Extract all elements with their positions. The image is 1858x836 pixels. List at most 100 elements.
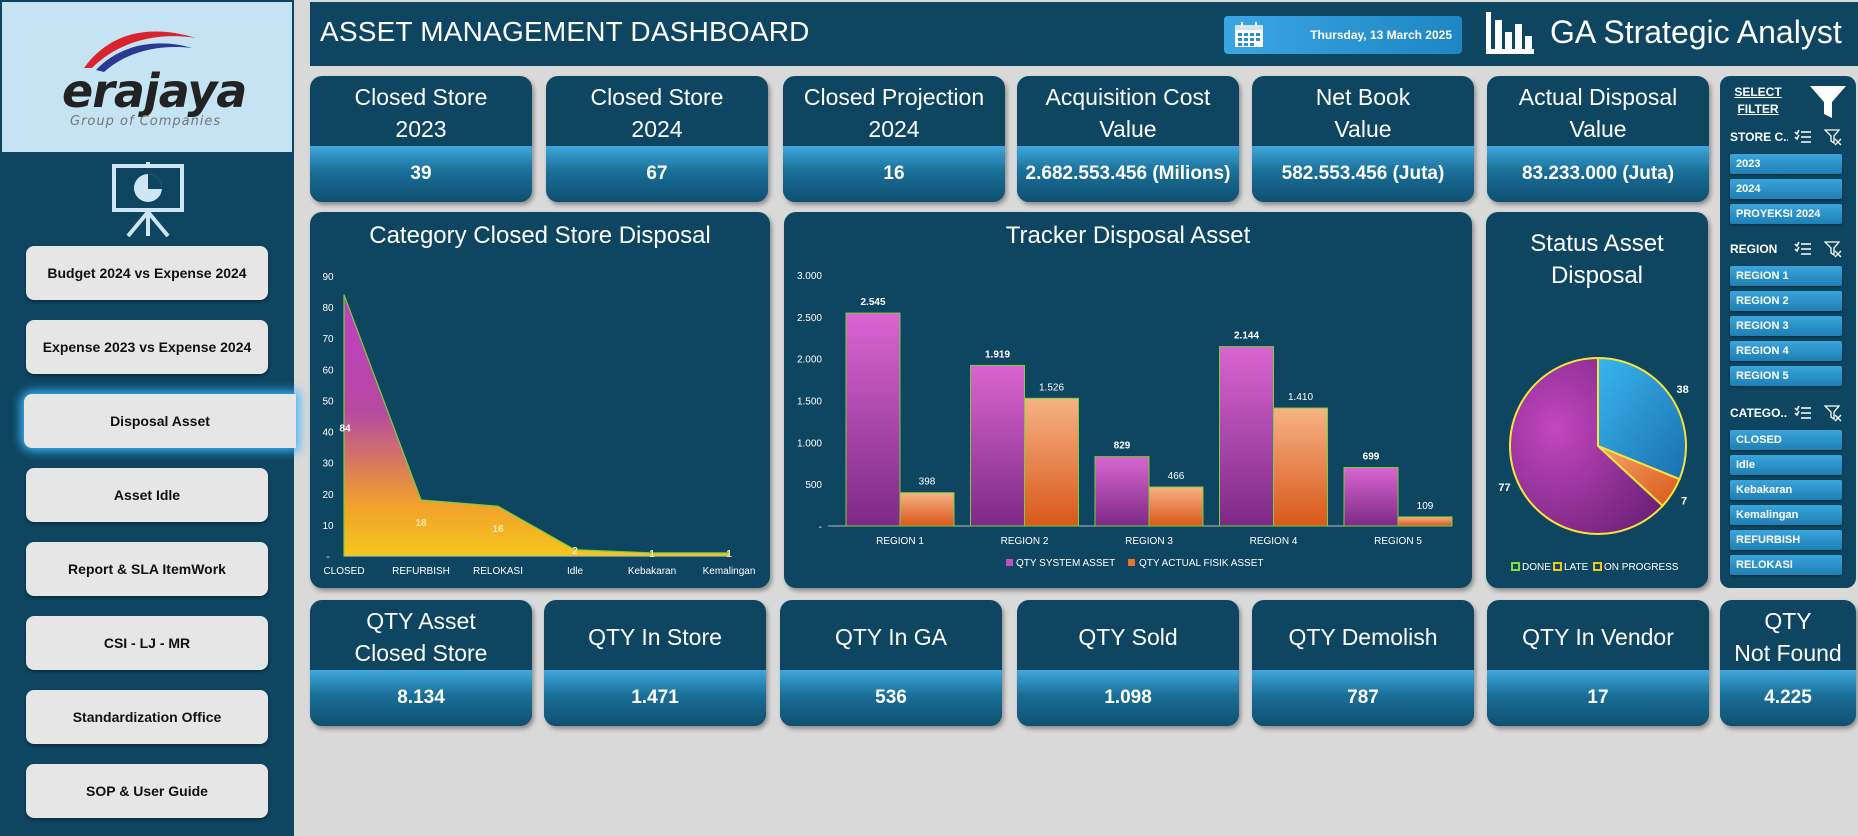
data-label: 829 — [1114, 441, 1131, 452]
data-label: 1 — [726, 549, 732, 560]
kpi-label: QTY Not Found — [1734, 608, 1842, 666]
multi-select-icon[interactable] — [1794, 404, 1812, 422]
data-label: 38 — [1677, 384, 1689, 396]
kpi-label: QTY In Store — [588, 624, 722, 650]
y-tick-label: - — [819, 522, 822, 533]
kpi-card: QTY Asset Closed Store 8.134 — [310, 600, 532, 726]
x-tick-label: REGION 4 — [1250, 536, 1298, 547]
clear-filter-icon[interactable] — [1823, 404, 1842, 422]
sidebar: erajaya Group of Companies Budget 2024 v… — [0, 0, 296, 836]
data-label: 699 — [1363, 452, 1380, 463]
kpi-value: 582.553.456 (Juta) — [1252, 146, 1474, 202]
kpi-value: 4.225 — [1720, 670, 1856, 726]
filter-title: SELECT FILTER — [1734, 85, 1782, 116]
date-display: Thursday, 13 March 2025 — [1224, 16, 1462, 54]
y-tick-label: 500 — [805, 480, 822, 491]
slicer-item[interactable]: REGION 1 — [1730, 266, 1842, 286]
data-label: 2.545 — [860, 297, 885, 308]
legend-swatch — [1128, 559, 1135, 566]
kpi-value: 17 — [1487, 670, 1709, 726]
nav-button-sop-user-guide[interactable]: SOP & User Guide — [26, 764, 268, 818]
y-tick-label: 70 — [322, 334, 334, 345]
nav-button-expense-2023-vs-expense-2024[interactable]: Expense 2023 vs Expense 2024 — [26, 320, 268, 374]
legend-swatch — [1006, 559, 1013, 566]
x-tick-label: Kebakaran — [628, 566, 676, 577]
data-label: 77 — [1498, 482, 1510, 494]
page-title: ASSET MANAGEMENT DASHBOARD — [320, 16, 810, 47]
slicer-item[interactable]: RELOKASI — [1730, 555, 1842, 575]
multi-select-icon[interactable] — [1794, 128, 1812, 146]
nav-button-disposal-asset[interactable]: Disposal Asset — [24, 394, 296, 448]
kpi-value: 2.682.553.456 (Milions) — [1017, 146, 1239, 202]
slicer-item[interactable]: REGION 3 — [1730, 316, 1842, 336]
slicer-item[interactable]: PROYEKSI 2024 — [1730, 204, 1842, 224]
filter-group-label: REGION — [1730, 242, 1778, 256]
kpi-value: 1.471 — [544, 670, 766, 726]
slicer-item[interactable]: REGION 5 — [1730, 366, 1842, 386]
slicer-item[interactable]: Kebakaran — [1730, 480, 1842, 500]
slicer-item[interactable]: REFURBISH — [1730, 530, 1842, 550]
kpi-value: 83.233.000 (Juta) — [1487, 146, 1709, 202]
data-label: 1.919 — [985, 349, 1010, 360]
slicer-item[interactable]: REGION 2 — [1730, 291, 1842, 311]
data-label: 1.526 — [1039, 382, 1064, 393]
filter-group-header: CATEGO... — [1730, 404, 1854, 422]
multi-select-icon[interactable] — [1794, 240, 1812, 258]
nav-button-budget-2024-vs-expense-2024[interactable]: Budget 2024 vs Expense 2024 — [26, 246, 268, 300]
kpi-label: QTY In Vendor — [1522, 624, 1674, 650]
kpi-label: Acquisition Cost Value — [1045, 84, 1211, 142]
data-label: 1.410 — [1288, 392, 1313, 403]
nav-button-csi-lj-mr[interactable]: CSI - LJ - MR — [26, 616, 268, 670]
analyst-title: GA Strategic Analyst — [1550, 14, 1842, 50]
x-tick-label: REGION 3 — [1125, 536, 1173, 547]
kpi-card: Net Book Value 582.553.456 (Juta) — [1252, 76, 1474, 202]
data-label: 466 — [1168, 471, 1185, 482]
kpi-card: Closed Store 2023 39 — [310, 76, 532, 202]
x-tick-label: REGION 2 — [1001, 536, 1049, 547]
data-label: 398 — [919, 477, 936, 488]
kpi-card: Actual Disposal Value 83.233.000 (Juta) — [1487, 76, 1709, 202]
kpi-label: QTY In GA — [834, 624, 948, 650]
y-tick-label: 30 — [322, 459, 334, 470]
legend-label: QTY ACTUAL FISIK ASSET — [1139, 558, 1263, 569]
category-disposal-chart-panel: Category Closed Store Disposal -10 20 30 40… — [310, 212, 770, 588]
slicer-item[interactable]: Kemalingan — [1730, 505, 1842, 525]
nav-button-asset-idle[interactable]: Asset Idle — [26, 468, 268, 522]
nav-button-standardization-office[interactable]: Standardization Office — [26, 690, 268, 744]
kpi-value: 39 — [310, 146, 532, 202]
bar — [845, 312, 901, 527]
clear-filter-icon[interactable] — [1823, 240, 1842, 258]
filter-group-header: STORE C... — [1730, 128, 1854, 146]
legend-label: QTY SYSTEM ASSET — [1016, 558, 1115, 569]
y-tick-label: 1.000 — [797, 438, 822, 449]
kpi-label: Closed Store 2023 — [354, 84, 488, 142]
filter-group-label: STORE C... — [1730, 130, 1788, 144]
legend-swatch — [1553, 562, 1562, 571]
bar — [1024, 397, 1079, 527]
data-label: 84 — [339, 423, 351, 434]
legend-swatch — [1511, 562, 1520, 571]
data-label: 2 — [572, 546, 578, 557]
logo-text: erajaya — [62, 64, 247, 118]
data-label: 18 — [415, 518, 427, 529]
status-disposal-chart-panel: Status Asset Disposal 38 7 77 DONE LATE ON PR… — [1486, 212, 1708, 588]
y-tick-label: 20 — [322, 490, 334, 501]
funnel-filter-icon[interactable] — [1808, 82, 1848, 122]
nav-button-report-sla-itemwork[interactable]: Report & SLA ItemWork — [26, 542, 268, 596]
kpi-value: 16 — [783, 146, 1005, 202]
slicer-item[interactable]: REGION 4 — [1730, 341, 1842, 361]
slicer-item[interactable]: 2023 — [1730, 154, 1842, 174]
y-tick-label: 60 — [322, 365, 334, 376]
clear-filter-icon[interactable] — [1823, 128, 1842, 146]
slicer-item[interactable]: CLOSED — [1730, 430, 1842, 450]
kpi-label: Closed Projection 2024 — [803, 84, 985, 142]
presentation-chart-icon — [112, 162, 184, 238]
x-tick-label: REGION 5 — [1374, 536, 1422, 547]
header-bar: ASSET MANAGEMENT DASHBOARD Thursday, 13 … — [310, 2, 1858, 66]
bar — [970, 364, 1025, 527]
slicer-item[interactable]: Idle — [1730, 455, 1842, 475]
data-label: 2.144 — [1234, 331, 1259, 342]
slicer-item[interactable]: 2024 — [1730, 179, 1842, 199]
x-tick-label: Idle — [567, 566, 584, 577]
kpi-card: QTY Not Found 4.225 — [1720, 600, 1856, 726]
